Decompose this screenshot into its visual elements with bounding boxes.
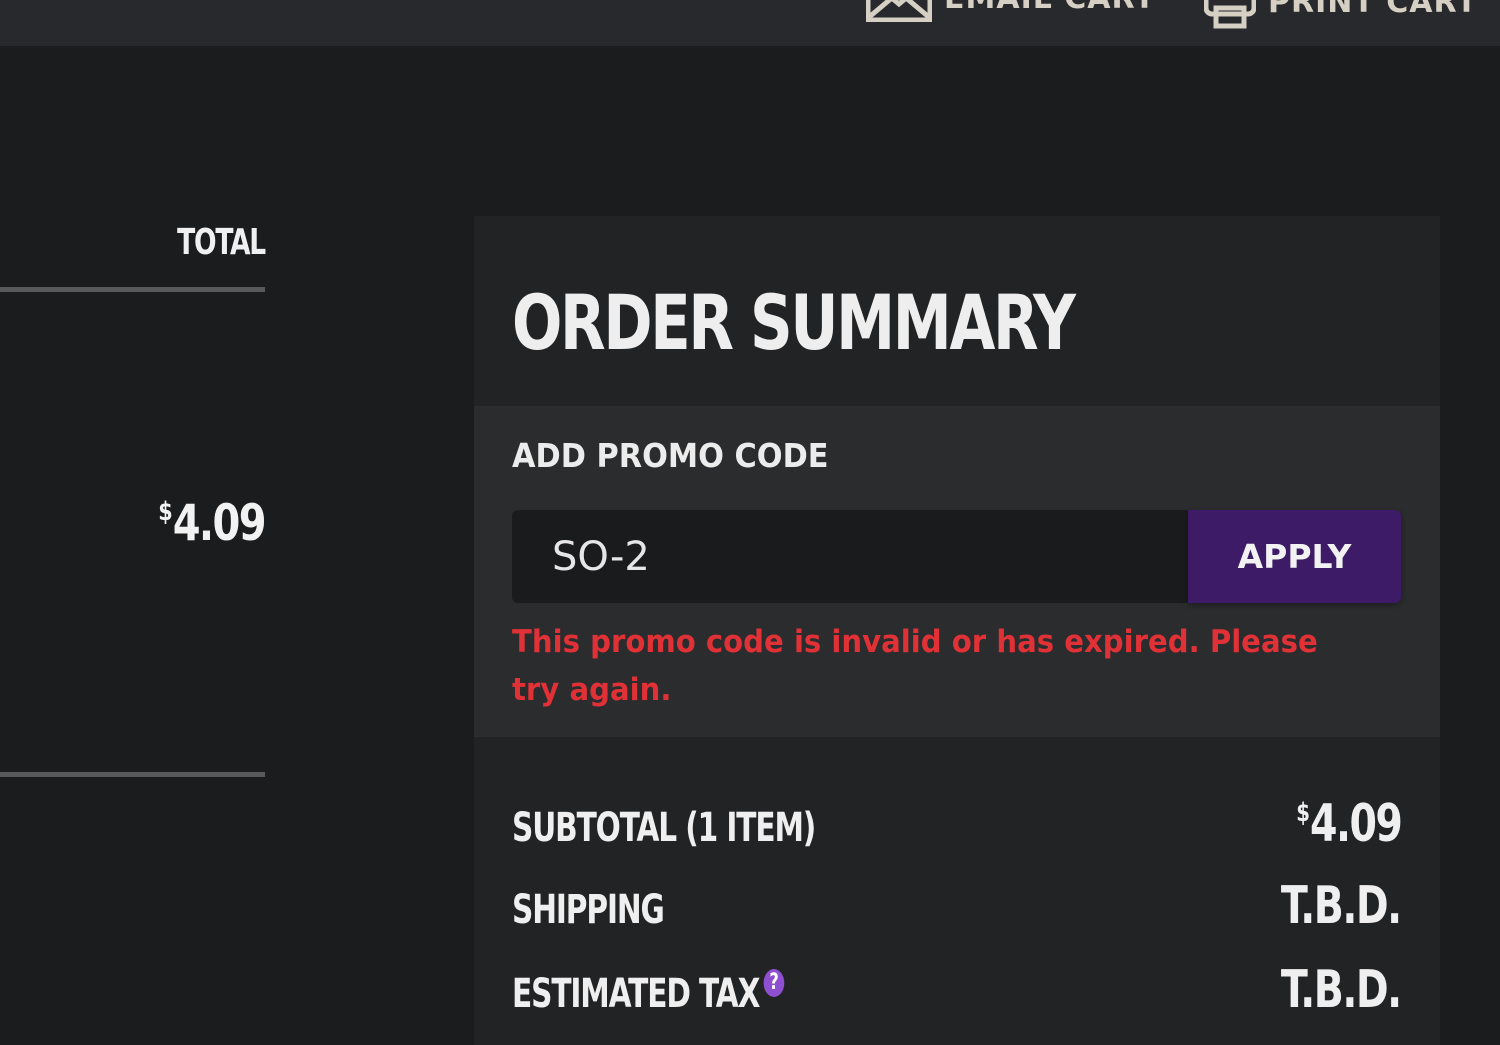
subtotal-label: SUBTOTAL (1 ITEM) [512, 805, 816, 851]
estimated-tax-label: ESTIMATED TAX [512, 971, 760, 1017]
subtotal-amount: 4.09 [1309, 794, 1403, 854]
email-cart-label: EMAIL CART [944, 0, 1156, 16]
order-summary-panel: ORDER SUMMARY ADD PROMO CODE APPLY This … [474, 216, 1440, 1045]
promo-code-section: ADD PROMO CODE APPLY This promo code is … [474, 406, 1440, 737]
apply-promo-button[interactable]: APPLY [1188, 510, 1401, 603]
top-bar: EMAIL CART PRINT CART [0, 0, 1500, 46]
order-summary-title: ORDER SUMMARY [512, 278, 1076, 367]
cart-divider [0, 772, 265, 777]
promo-error-message: This promo code is invalid or has expire… [512, 624, 1318, 708]
print-cart-label: PRINT CART [1268, 0, 1478, 20]
line-total-amount: 4.09 [172, 494, 267, 552]
estimated-tax-row: ESTIMATED TAX? T.B.D. [512, 960, 1403, 1020]
currency-symbol: $ [158, 497, 172, 527]
shipping-row: SHIPPING T.B.D. [512, 876, 1403, 936]
shipping-label: SHIPPING [512, 887, 665, 933]
email-cart-link[interactable]: EMAIL CART [866, 0, 1156, 22]
estimated-tax-value: T.B.D. [1281, 960, 1402, 1020]
currency-symbol: $ [1295, 798, 1310, 828]
help-icon[interactable]: ? [763, 969, 785, 997]
total-column-header: TOTAL [177, 222, 266, 263]
promo-code-label: ADD PROMO CODE [512, 436, 829, 475]
envelope-icon [866, 0, 932, 22]
printer-icon [1204, 0, 1256, 29]
cart-divider [0, 287, 265, 292]
subtotal-value: $4.09 [1295, 794, 1403, 854]
cart-line-total: $4.09 [53, 494, 267, 552]
promo-code-input[interactable] [512, 510, 1188, 603]
subtotal-row: SUBTOTAL (1 ITEM) $4.09 [512, 794, 1403, 854]
shipping-value: T.B.D. [1281, 876, 1402, 936]
estimated-tax-label-group: ESTIMATED TAX? [512, 969, 785, 1017]
print-cart-link[interactable]: PRINT CART [1204, 0, 1478, 30]
